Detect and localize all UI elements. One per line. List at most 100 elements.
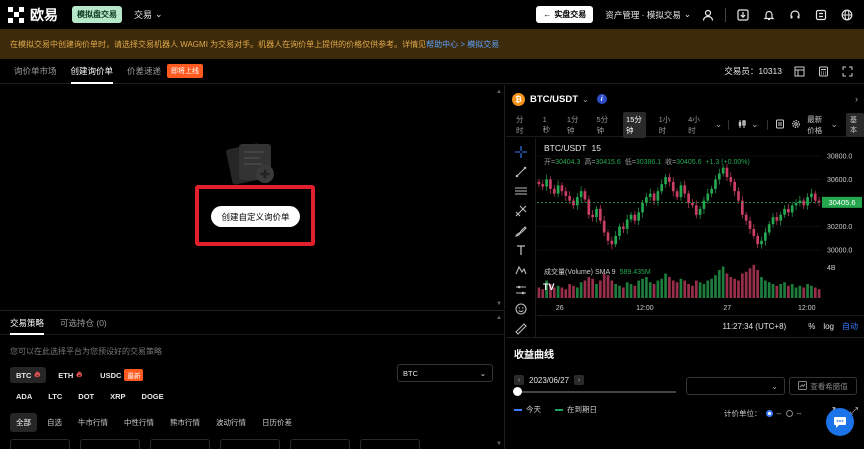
strategy-card[interactable] [10, 439, 70, 449]
unit-radio-2[interactable] [785, 410, 793, 417]
scroll-up-arrow[interactable]: ▲ [496, 89, 502, 95]
tab-create-rfq[interactable]: 创建询价单 [70, 59, 113, 84]
bell-icon[interactable] [760, 6, 778, 24]
date-slider-track[interactable] [516, 391, 676, 393]
horizontal-lines-icon[interactable] [512, 183, 530, 199]
calculator-icon[interactable] [816, 64, 830, 78]
real-trading-button[interactable]: ← 实盘交易 [536, 6, 594, 23]
unit-radio-1[interactable] [765, 410, 773, 417]
gear-icon[interactable] [791, 119, 801, 131]
indicator-icon[interactable] [775, 119, 785, 131]
filter-neutral[interactable]: 中性行情 [118, 413, 160, 432]
tab-label: 交易策略 [10, 317, 45, 328]
x-tick-label: 27 [723, 305, 731, 312]
coin-dot[interactable]: DOT [72, 389, 100, 404]
pair-name[interactable]: BTC/USDT [530, 94, 578, 105]
coin-btc[interactable]: BTC 🔥︎ [10, 367, 47, 383]
volume-bar [813, 287, 817, 298]
next-date-button[interactable]: › [574, 375, 585, 385]
demo-trading-badge[interactable]: 模拟盘交易 [72, 6, 122, 23]
tab-rfq-market[interactable]: 询价单市场 [14, 59, 57, 84]
tab-spread-express[interactable]: 价差速递 [127, 59, 161, 84]
measure-icon[interactable] [512, 282, 530, 298]
globe-icon[interactable] [838, 6, 856, 24]
expand-icon[interactable]: › [855, 94, 858, 104]
asset-management-menu[interactable]: 资产管理 · 模拟交易 ⌄ [605, 9, 691, 21]
interval-15m[interactable]: 15分钟 [623, 111, 646, 138]
filter-favorites[interactable]: 自选 [41, 413, 68, 432]
coin-eth[interactable]: ETH 🔥︎ [52, 367, 88, 383]
candlestick-chart[interactable]: 30800.030600.030400.030200.030000.04B 26… [537, 138, 864, 314]
profit-select[interactable]: ⌄ [686, 377, 785, 395]
chevron-down-icon[interactable]: ⌄ [582, 95, 589, 104]
coin-usdc[interactable]: USDC 最新 [94, 366, 149, 384]
chevron-down-icon[interactable]: ⌄ [715, 119, 723, 130]
user-icon[interactable] [699, 6, 717, 24]
trend-line-icon[interactable] [512, 164, 530, 180]
fib-icon[interactable] [512, 203, 530, 219]
create-custom-rfq-button[interactable]: 创建自定义询价单 [211, 206, 300, 227]
strategy-panel: 交易策略 可选持仓 (0) 您可以在此选择平台为您预设好的交易策略 BTC 🔥︎ … [0, 310, 505, 449]
date-slider-handle[interactable] [513, 387, 522, 396]
tab-available-positions[interactable]: 可选持仓 (0) [60, 311, 107, 335]
strategy-card[interactable] [150, 439, 210, 449]
view-greeks-button[interactable]: 查看希腊值 [789, 377, 857, 395]
ruler-icon[interactable] [512, 321, 530, 337]
filter-bearish[interactable]: 熊市行情 [164, 413, 206, 432]
strategy-card[interactable] [290, 439, 350, 449]
chevron-down-icon[interactable]: ⌄ [751, 119, 759, 130]
fullscreen-icon[interactable] [840, 64, 854, 78]
tab-trading-strategy[interactable]: 交易策略 [10, 311, 45, 335]
filter-volatile[interactable]: 波动行情 [210, 413, 252, 432]
candle-body [633, 214, 637, 221]
filter-calendar-spread[interactable]: 日历价差 [256, 413, 298, 432]
logo[interactable]: 欧易 [8, 5, 58, 25]
scroll-up-arrow[interactable]: ▲ [496, 315, 502, 321]
interval-1h[interactable]: 1小时 [656, 112, 676, 138]
pattern-icon[interactable] [512, 262, 530, 278]
scroll-down-arrow[interactable]: ▼ [496, 301, 502, 307]
headset-icon[interactable] [786, 6, 804, 24]
candle-type-icon[interactable] [737, 119, 747, 131]
interval-timeline[interactable]: 分时 [513, 112, 530, 138]
auto-scale-toggle[interactable]: 自动 [842, 321, 858, 332]
text-tool-icon[interactable] [512, 243, 530, 259]
candle-body [687, 193, 690, 203]
interval-1m[interactable]: 1分钟 [564, 112, 584, 138]
strategy-card[interactable] [360, 439, 420, 449]
legend-expiry: 在到期日 [567, 405, 597, 414]
filter-all[interactable]: 全部 [10, 413, 37, 432]
chevron-down-icon: ⌄ [771, 381, 778, 391]
layout-icon[interactable] [792, 64, 806, 78]
brush-icon[interactable] [512, 223, 530, 239]
filter-bullish[interactable]: 牛市行情 [72, 413, 114, 432]
interval-5m[interactable]: 5分钟 [593, 112, 613, 138]
scroll-down-arrow[interactable]: ▼ [496, 441, 502, 447]
download-icon[interactable] [734, 6, 752, 24]
volume-bar [790, 284, 794, 298]
crosshair-icon[interactable] [512, 144, 530, 160]
coin-doge[interactable]: DOGE [136, 389, 170, 404]
prev-date-button[interactable]: ‹ [514, 375, 524, 385]
chevron-down-icon[interactable]: ⌄ [830, 119, 838, 130]
emoji-icon[interactable] [512, 302, 530, 318]
volume-bar [702, 284, 706, 298]
coin-ltc[interactable]: LTC [42, 389, 68, 404]
info-icon[interactable]: i [596, 94, 607, 104]
latest-price-select[interactable]: 最新价格 [807, 114, 828, 136]
help-center-link[interactable]: 帮助中心 > 模拟交易 [426, 39, 499, 50]
strategy-card[interactable] [80, 439, 140, 449]
percent-scale-toggle[interactable]: % [808, 322, 815, 331]
strategy-card[interactable] [220, 439, 280, 449]
interval-4h[interactable]: 4小时 [685, 112, 705, 138]
profit-curve-panel: 收益曲线 ‹ 2023/06/27 › ⌄ 查看希腊值 今天 在到期日 计价单位… [506, 337, 864, 449]
basic-view-button[interactable]: 基本 [846, 112, 864, 137]
settings-icon[interactable] [812, 6, 830, 24]
pair-select[interactable]: BTC ⌄ [397, 364, 493, 382]
coin-ada[interactable]: ADA [10, 389, 38, 404]
trade-menu[interactable]: 交易 ⌄ [134, 8, 163, 21]
coin-xrp[interactable]: XRP [104, 389, 131, 404]
log-scale-toggle[interactable]: log [823, 322, 834, 331]
chat-support-button[interactable] [826, 408, 854, 436]
interval-1s[interactable]: 1秒 [540, 113, 554, 137]
